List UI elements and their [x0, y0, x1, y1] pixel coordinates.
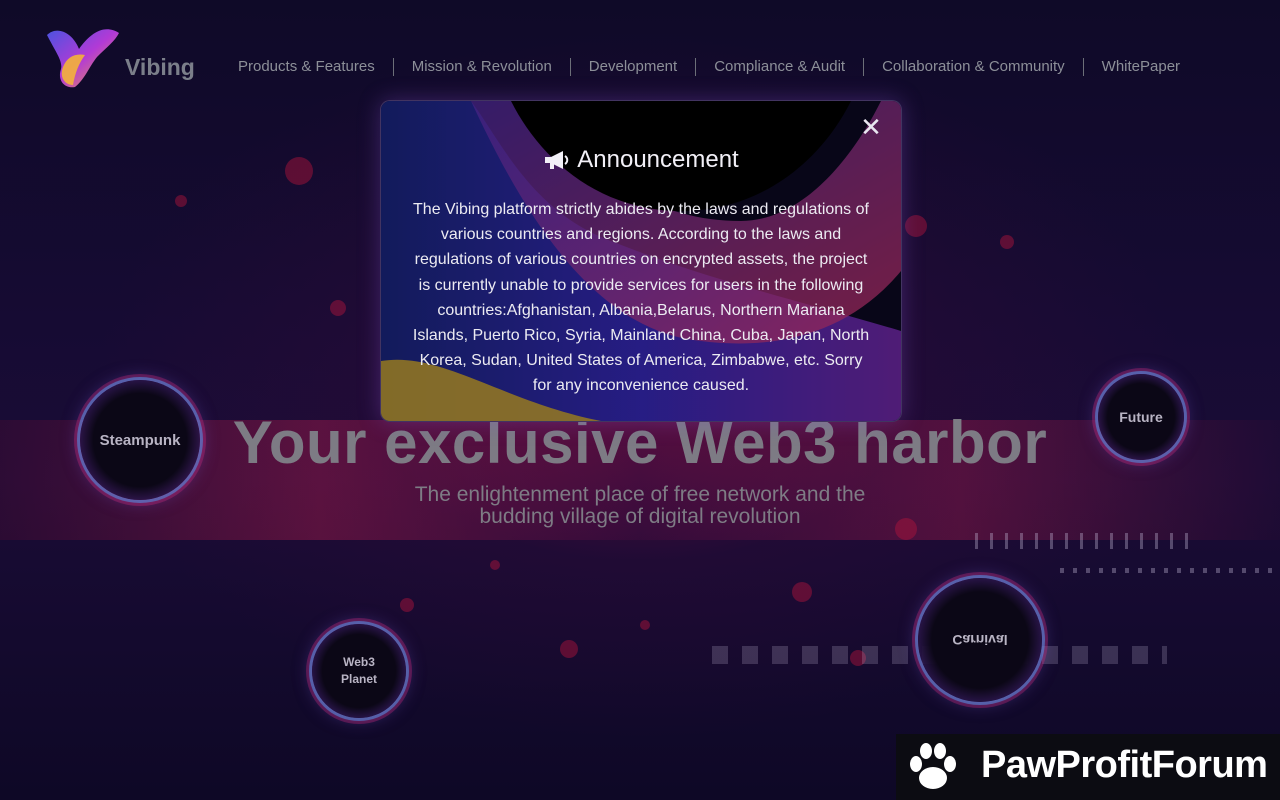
watermark-text: PawProfitForum — [981, 744, 1268, 786]
nav-products-features[interactable]: Products & Features — [220, 58, 394, 76]
modal-title: Announcement — [577, 146, 739, 173]
pawprofitforum-badge[interactable]: PawProfitForum — [896, 734, 1280, 800]
hero-subtitle: The enlightenment place of free network … — [414, 483, 866, 528]
megaphone-icon — [545, 151, 569, 169]
decor-ticks — [975, 533, 1200, 549]
decor-dot — [560, 640, 578, 658]
brand-name: Vibing — [125, 54, 195, 80]
modal-body-text: The Vibing platform strictly abides by t… — [412, 201, 870, 395]
main-nav: Products & Features Mission & Revolution… — [220, 58, 1198, 76]
close-icon[interactable]: ✕ — [859, 114, 883, 140]
nav-mission-revolution[interactable]: Mission & Revolution — [394, 58, 571, 76]
decor-dot — [330, 300, 346, 316]
orb-carnival[interactable]: Carnival — [918, 578, 1042, 702]
orb-web3-planet[interactable]: Web3 Planet — [312, 624, 406, 718]
decor-dot — [640, 620, 650, 630]
decor-dot — [285, 157, 313, 185]
logo-icon — [47, 29, 119, 88]
paw-icon — [910, 743, 956, 789]
decor-dot — [400, 598, 414, 612]
decor-dot — [1000, 235, 1014, 249]
decor-dot — [895, 518, 917, 540]
decor-dot — [175, 195, 187, 207]
decor-ticks — [1060, 568, 1275, 573]
decor-dot — [905, 215, 927, 237]
logo[interactable]: Vibing — [45, 27, 205, 91]
nav-collaboration-community[interactable]: Collaboration & Community — [864, 58, 1084, 76]
nav-development[interactable]: Development — [571, 58, 697, 76]
modal-title-row: Announcement — [381, 146, 901, 174]
nav-whitepaper[interactable]: WhitePaper — [1084, 58, 1198, 76]
announcement-modal: ✕ Announcement The Vibing platform stric… — [380, 100, 902, 422]
nav-compliance-audit[interactable]: Compliance & Audit — [696, 58, 865, 76]
decor-dot — [490, 560, 500, 570]
decor-dot — [792, 582, 812, 602]
orb-label: Web3 Planet — [340, 655, 377, 686]
orb-label: Carnival — [952, 632, 1008, 648]
